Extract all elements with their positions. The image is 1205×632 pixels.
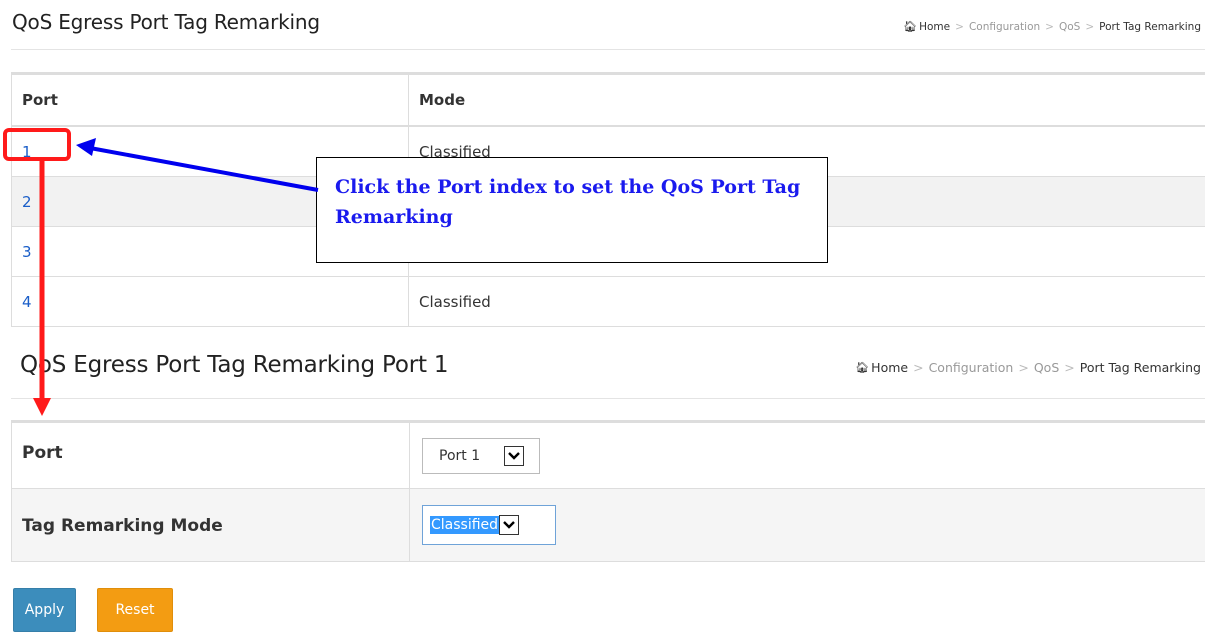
title-divider bbox=[11, 49, 1205, 50]
breadcrumb-qos[interactable]: QoS bbox=[1034, 360, 1059, 375]
mode-value-cell: Classified bbox=[410, 489, 1205, 561]
home-icon[interactable]: 🏠︎ bbox=[903, 20, 917, 33]
port-cell: 4 bbox=[11, 277, 409, 326]
port-value-cell: Port 1 bbox=[410, 423, 1205, 488]
breadcrumb-separator: > bbox=[955, 20, 964, 33]
table-row: 4 Classified bbox=[11, 277, 1205, 327]
title-divider bbox=[11, 398, 1205, 399]
breadcrumb-current: Port Tag Remarking bbox=[1099, 20, 1201, 33]
breadcrumb-home[interactable]: Home bbox=[871, 360, 908, 375]
form-row-mode: Tag Remarking Mode Classified bbox=[12, 489, 1205, 562]
port-1-highlight-box bbox=[3, 128, 71, 161]
breadcrumb-home[interactable]: Home bbox=[919, 21, 950, 33]
breadcrumb-configuration[interactable]: Configuration bbox=[969, 21, 1040, 33]
callout-box: Click the Port index to set the QoS Port… bbox=[316, 157, 828, 263]
mode-cell: Classified bbox=[419, 292, 491, 311]
breadcrumb-separator: > bbox=[1018, 360, 1029, 375]
form-row-port: Port Port 1 bbox=[12, 423, 1205, 489]
chevron-down-icon[interactable] bbox=[504, 446, 524, 466]
mode-select-value: Classified bbox=[430, 516, 500, 534]
breadcrumb-qos[interactable]: QoS bbox=[1059, 21, 1080, 33]
home-icon[interactable]: 🏠︎ bbox=[855, 361, 869, 374]
port-config-form: Port Port 1 Tag Remarking Mode Classifie… bbox=[11, 420, 1205, 562]
reset-button[interactable]: Reset bbox=[97, 588, 173, 632]
table-header-row: Port Mode bbox=[11, 75, 1205, 127]
breadcrumb: 🏠︎ Home > Configuration > QoS > Port Tag… bbox=[903, 20, 1201, 33]
tag-remarking-mode-label: Tag Remarking Mode bbox=[12, 489, 410, 561]
port-select-value: Port 1 bbox=[439, 448, 481, 464]
breadcrumb-current: Port Tag Remarking bbox=[1079, 360, 1201, 375]
port-label: Port bbox=[12, 423, 410, 488]
breadcrumb: 🏠︎ Home > Configuration > QoS > Port Tag… bbox=[855, 360, 1201, 375]
breadcrumb-separator: > bbox=[1045, 20, 1054, 33]
column-header-mode: Mode bbox=[419, 91, 466, 109]
port-link-4[interactable]: 4 bbox=[22, 293, 32, 311]
port-link-3[interactable]: 3 bbox=[22, 243, 32, 261]
page-title: QoS Egress Port Tag Remarking bbox=[12, 10, 320, 34]
page-title-port-detail: QoS Egress Port Tag Remarking Port 1 bbox=[20, 352, 449, 378]
port-select[interactable]: Port 1 bbox=[422, 438, 540, 474]
apply-button[interactable]: Apply bbox=[13, 588, 76, 632]
port-link-2[interactable]: 2 bbox=[22, 193, 32, 211]
column-header-port: Port bbox=[11, 75, 409, 125]
tag-remarking-mode-select[interactable]: Classified bbox=[422, 505, 556, 545]
breadcrumb-configuration[interactable]: Configuration bbox=[929, 360, 1014, 375]
chevron-down-icon[interactable] bbox=[499, 515, 520, 535]
breadcrumb-separator: > bbox=[913, 360, 924, 375]
breadcrumb-separator: > bbox=[1064, 360, 1075, 375]
callout-text: Click the Port index to set the QoS Port… bbox=[335, 176, 801, 228]
breadcrumb-separator: > bbox=[1085, 20, 1095, 33]
